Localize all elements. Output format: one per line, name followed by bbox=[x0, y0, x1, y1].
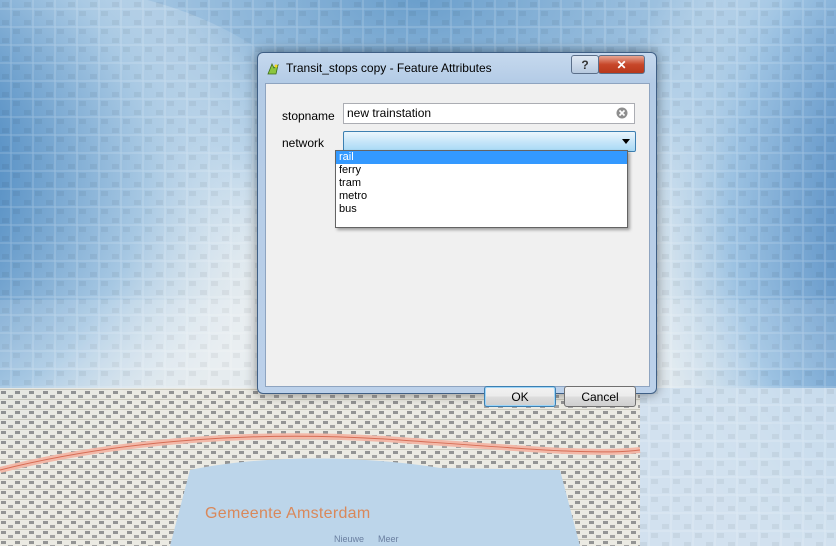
network-label: network bbox=[282, 136, 325, 150]
dialog-titlebar[interactable]: Transit_stops copy - Feature Attributes … bbox=[258, 53, 656, 81]
clear-icon[interactable] bbox=[616, 107, 628, 119]
dropdown-option-metro[interactable]: metro bbox=[336, 190, 627, 203]
qgis-icon bbox=[267, 63, 279, 75]
stopname-input[interactable]: new trainstation bbox=[343, 103, 635, 124]
close-icon: ✕ bbox=[616, 57, 627, 72]
dialog-title: Transit_stops copy - Feature Attributes bbox=[286, 61, 492, 75]
dropdown-option-ferry[interactable]: ferry bbox=[336, 164, 627, 177]
dialog-body: stopname new trainstation network OK Can… bbox=[265, 83, 650, 407]
dropdown-option-tram[interactable]: tram bbox=[336, 177, 627, 190]
map-water-label: Meer bbox=[378, 534, 399, 544]
close-button[interactable]: ✕ bbox=[598, 55, 645, 74]
stopname-label: stopname bbox=[282, 109, 335, 123]
network-dropdown-list: rail ferry tram metro bus bbox=[335, 150, 628, 228]
dropdown-option-rail[interactable]: rail bbox=[336, 151, 627, 164]
map-water-label: Nieuwe bbox=[334, 534, 365, 544]
map-place-label: Gemeente Amsterdam bbox=[205, 505, 371, 522]
chevron-down-icon[interactable] bbox=[622, 139, 630, 144]
help-button[interactable]: ? bbox=[571, 55, 599, 74]
ok-button[interactable]: OK bbox=[484, 386, 556, 407]
dropdown-option-bus[interactable]: bus bbox=[336, 203, 627, 216]
cancel-button[interactable]: Cancel bbox=[564, 386, 636, 407]
network-combobox[interactable] bbox=[343, 131, 636, 152]
